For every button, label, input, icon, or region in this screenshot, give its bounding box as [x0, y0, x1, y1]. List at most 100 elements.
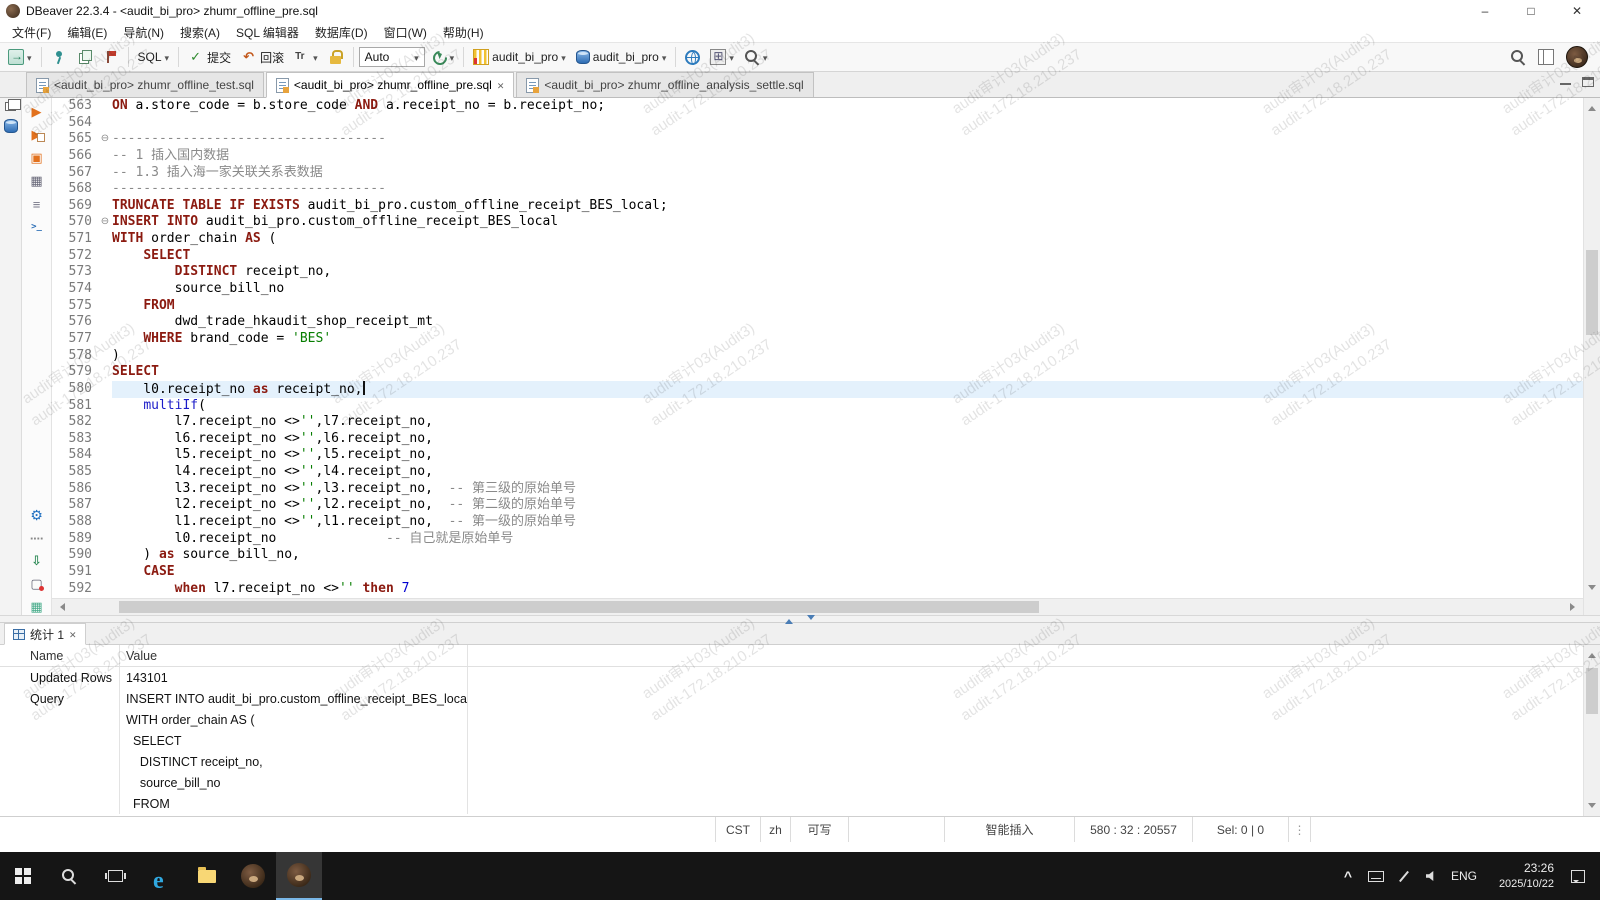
tab-statistics[interactable]: 统计 1 — [4, 623, 86, 645]
taskbar-search-button[interactable] — [46, 852, 92, 900]
console-icon[interactable] — [28, 219, 45, 235]
tray-expand-icon[interactable] — [1334, 852, 1362, 900]
table-row[interactable]: FROM — [0, 793, 1583, 814]
table-row[interactable]: WITH order_chain AS ( — [0, 709, 1583, 730]
menu-edit[interactable]: 编辑(E) — [59, 22, 115, 43]
touch-keyboard-button[interactable] — [1362, 852, 1390, 900]
fold-marker-icon[interactable] — [98, 131, 112, 148]
code-line[interactable]: 581 multiIf( — [52, 398, 1583, 415]
code-line[interactable]: 563ON a.store_code = b.store_code AND a.… — [52, 98, 1583, 115]
document-error-icon[interactable] — [28, 576, 45, 592]
commit-button[interactable]: 提交 — [184, 47, 235, 68]
transaction-log-button[interactable] — [427, 47, 459, 67]
tab-close-icon[interactable] — [497, 78, 505, 92]
code-line[interactable]: 576 dwd_trade_hkaudit_shop_receipt_mt — [52, 314, 1583, 331]
rollback-button[interactable]: 回滚 — [237, 47, 288, 68]
code-line[interactable]: 572 SELECT — [52, 248, 1583, 265]
start-button[interactable] — [0, 852, 46, 900]
table-row[interactable]: DISTINCT receipt_no, — [0, 751, 1583, 772]
scroll-down-icon[interactable] — [1584, 581, 1600, 598]
code-line[interactable]: 567-- 1.3 插入海一家关联关系表数据 — [52, 165, 1583, 182]
code-line[interactable]: 573 DISTINCT receipt_no, — [52, 264, 1583, 281]
scrollbar-thumb[interactable] — [1586, 668, 1598, 714]
menu-sql-editor[interactable]: SQL 编辑器 — [228, 22, 307, 43]
code-line[interactable]: 590 ) as source_bill_no, — [52, 547, 1583, 564]
code-line[interactable]: 571WITH order_chain AS ( — [52, 231, 1583, 248]
quick-search-button[interactable] — [740, 47, 772, 67]
column-header-value[interactable]: Value — [120, 645, 468, 666]
task-view-button[interactable] — [92, 852, 138, 900]
collapse-down-icon[interactable] — [807, 615, 815, 624]
code-line[interactable]: 564 — [52, 115, 1583, 132]
status-more-icon[interactable] — [1288, 817, 1310, 842]
code-line[interactable]: 574 source_bill_no — [52, 281, 1583, 298]
language-indicator[interactable]: ENG — [1446, 869, 1482, 883]
table-row[interactable]: SELECT — [0, 730, 1583, 751]
code-line[interactable]: 582 l7.receipt_no <>'',l7.receipt_no, — [52, 414, 1583, 431]
tab-close-icon[interactable] — [69, 627, 77, 641]
execute-statement-icon[interactable] — [28, 104, 45, 120]
code-line[interactable]: 566-- 1 插入国内数据 — [52, 148, 1583, 165]
volume-button[interactable] — [1418, 852, 1446, 900]
code-line[interactable]: 578) — [52, 348, 1583, 365]
lock-button[interactable] — [324, 47, 348, 67]
file-explorer-button[interactable] — [184, 852, 230, 900]
status-language[interactable]: zh — [760, 817, 790, 842]
code-line[interactable]: 589 l0.receipt_no -- 自己就是原始单号 — [52, 531, 1583, 548]
network-button[interactable] — [706, 47, 738, 67]
scrollbar-thumb[interactable] — [1586, 250, 1598, 335]
code-line[interactable]: 570INSERT INTO audit_bi_pro.custom_offli… — [52, 214, 1583, 231]
menu-file[interactable]: 文件(F) — [4, 22, 59, 43]
code-line[interactable]: 568----------------------------------- — [52, 181, 1583, 198]
code-line[interactable]: 586 l3.receipt_no <>'',l3.receipt_no, --… — [52, 481, 1583, 498]
table-row[interactable]: source_bill_no — [0, 772, 1583, 793]
database-selector[interactable]: audit_bi_pro — [469, 47, 570, 67]
code-line[interactable]: 588 l1.receipt_no <>'',l1.receipt_no, --… — [52, 514, 1583, 531]
scroll-up-icon[interactable] — [1584, 645, 1600, 662]
sql-menu-button[interactable]: SQL — [134, 48, 174, 66]
browser-button[interactable] — [138, 852, 184, 900]
code-line[interactable]: 584 l5.receipt_no <>'',l5.receipt_no, — [52, 447, 1583, 464]
transaction-mode-button[interactable] — [290, 47, 322, 67]
collapse-up-icon[interactable] — [785, 615, 793, 624]
code-line[interactable]: 579SELECT — [52, 364, 1583, 381]
dbeaver-logo-icon[interactable] — [1566, 46, 1588, 68]
taskbar-clock[interactable]: 23:26 2025/10/22 — [1482, 861, 1560, 891]
code-line[interactable]: 587 l2.receipt_no <>'',l2.receipt_no, --… — [52, 497, 1583, 514]
timezone-button[interactable] — [681, 48, 704, 67]
code-line[interactable]: 565----------------------------------- — [52, 131, 1583, 148]
column-header-name[interactable]: Name — [0, 645, 120, 666]
menu-navigate[interactable]: 导航(N) — [115, 22, 172, 43]
execute-script-icon[interactable] — [28, 127, 45, 143]
dbeaver-taskbar-button-active[interactable] — [276, 852, 322, 900]
minimize-button[interactable] — [1462, 0, 1508, 22]
status-cursor-position[interactable]: 580 : 32 : 20557 — [1074, 817, 1192, 842]
pen-button[interactable] — [1390, 852, 1418, 900]
fold-marker-icon[interactable] — [98, 214, 112, 231]
code-line[interactable]: 575 FROM — [52, 298, 1583, 315]
perspective-icon[interactable] — [1538, 49, 1554, 65]
pin-button[interactable] — [47, 47, 71, 67]
tab-zhumr-offline-analysis-settle[interactable]: <audit_bi_pro> zhumr_offline_analysis_se… — [516, 72, 813, 97]
maximize-panel-icon[interactable] — [1582, 77, 1594, 87]
status-insert-mode[interactable]: 智能插入 — [944, 817, 1074, 842]
menu-window[interactable]: 窗口(W) — [376, 22, 435, 43]
open-connection-button[interactable] — [4, 47, 36, 67]
code-line[interactable]: 583 l6.receipt_no <>'',l6.receipt_no, — [52, 431, 1583, 448]
schema-selector[interactable]: audit_bi_pro — [572, 48, 671, 66]
vertical-scrollbar[interactable] — [1583, 98, 1600, 615]
code-line[interactable]: 569TRUNCATE TABLE IF EXISTS audit_bi_pro… — [52, 198, 1583, 215]
restore-view-icon[interactable] — [5, 102, 16, 111]
document-grid-icon[interactable] — [28, 599, 45, 615]
code-lines[interactable]: 563ON a.store_code = b.store_code AND a.… — [52, 98, 1583, 598]
menu-database[interactable]: 数据库(D) — [307, 22, 376, 43]
database-navigator-icon[interactable] — [4, 119, 18, 133]
table-row[interactable]: Updated Rows 143101 — [0, 667, 1583, 688]
code-line[interactable]: 580 l0.receipt_no as receipt_no, — [52, 381, 1583, 398]
scroll-down-icon[interactable] — [1584, 799, 1600, 816]
copy-button[interactable] — [73, 47, 97, 67]
code-line[interactable]: 585 l4.receipt_no <>'',l4.receipt_no, — [52, 464, 1583, 481]
menu-help[interactable]: 帮助(H) — [435, 22, 492, 43]
scrollbar-thumb[interactable] — [119, 601, 1039, 613]
gear-icon[interactable] — [28, 507, 45, 523]
